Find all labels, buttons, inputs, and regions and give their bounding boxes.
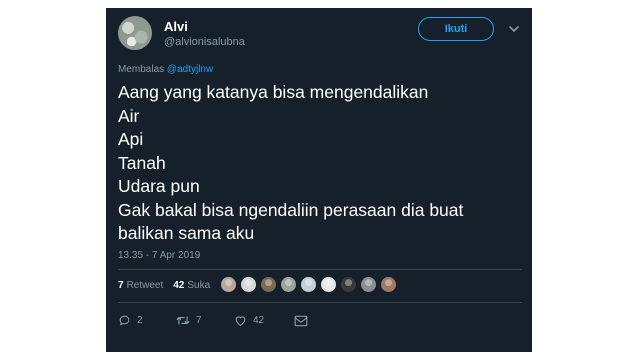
like-stat-count: 42: [173, 280, 185, 291]
liker-avatar[interactable]: [300, 276, 317, 293]
liker-avatar[interactable]: [220, 276, 237, 293]
reply-context: Membalas @adtyjlnw: [118, 64, 213, 75]
retweet-button[interactable]: 7: [176, 314, 234, 327]
like-stat[interactable]: 42 Suka: [173, 280, 210, 291]
tweet-text-line: balikan sama aku: [118, 223, 255, 243]
divider: [118, 269, 522, 270]
liker-avatar[interactable]: [380, 276, 397, 293]
liker-avatar[interactable]: [320, 276, 337, 293]
like-button[interactable]: 42: [234, 314, 294, 327]
tweet-text-line: Tanah: [118, 152, 166, 173]
like-stat-label: Suka: [187, 280, 211, 291]
avatar[interactable]: [118, 16, 152, 50]
liker-avatar[interactable]: [280, 276, 297, 293]
reply-prefix: Membalas: [118, 64, 165, 75]
timestamp[interactable]: 13.35 - 7 Apr 2019: [118, 250, 200, 261]
divider: [118, 302, 522, 303]
tweet-card: Alvi @alvionisalubna Ikuti Membalas @adt…: [106, 8, 532, 352]
reply-count: 2: [137, 315, 143, 326]
reply-icon: [119, 315, 130, 326]
reply-button[interactable]: 2: [118, 314, 176, 327]
retweet-icon: [176, 316, 190, 325]
tweet-text-line: Aang yang katanya bisa mengendalikan: [118, 82, 429, 102]
tweet-text-line: Air: [118, 105, 140, 126]
message-icon: [294, 315, 308, 326]
user-handle[interactable]: @alvionisalubna: [164, 36, 245, 48]
display-name[interactable]: Alvi: [164, 19, 188, 34]
retweet-stat[interactable]: 7 Retweet: [118, 280, 163, 291]
reply-mention-link[interactable]: @adtyjlnw: [167, 64, 213, 75]
like-count: 42: [253, 315, 265, 326]
message-button[interactable]: [294, 315, 308, 327]
tweet-text: Aang yang katanya bisa mengendalikan Air…: [118, 81, 522, 246]
retweet-stat-count: 7: [118, 280, 124, 291]
retweet-stat-label: Retweet: [126, 280, 164, 291]
liker-avatar[interactable]: [360, 276, 377, 293]
chevron-down-icon[interactable]: [508, 24, 520, 34]
liker-avatar[interactable]: [260, 276, 277, 293]
like-icon: [235, 316, 246, 326]
action-bar: 2 7 42: [118, 314, 308, 327]
retweet-count: 7: [196, 315, 202, 326]
engagement-stats: 7 Retweet 42 Suka: [118, 280, 210, 291]
liker-avatars: [220, 276, 397, 293]
liker-avatar[interactable]: [240, 276, 257, 293]
liker-avatar[interactable]: [340, 276, 357, 293]
follow-button[interactable]: Ikuti: [418, 17, 494, 41]
tweet-text-line: Api: [118, 129, 144, 149]
tweet-text-line: Gak bakal bisa ngendaliin perasaan dia b…: [118, 199, 464, 220]
tweet-text-line: Udara pun: [118, 176, 200, 196]
